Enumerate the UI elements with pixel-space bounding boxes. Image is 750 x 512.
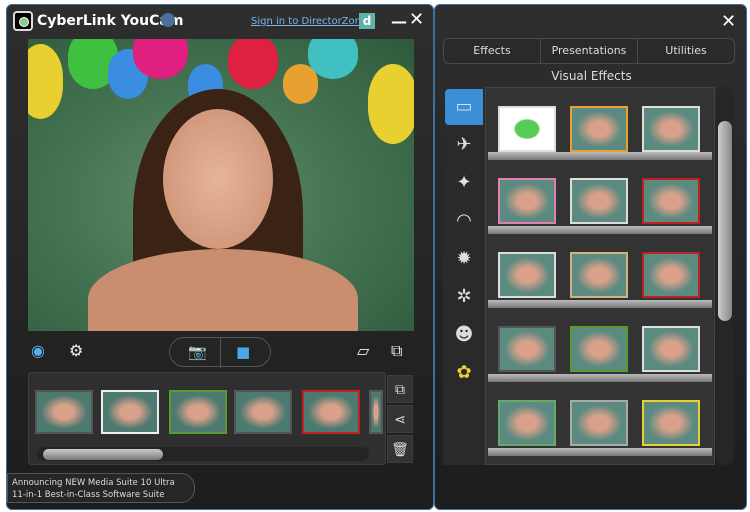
tab-presentations[interactable]: Presentations <box>541 39 638 63</box>
effect-item[interactable] <box>570 252 628 298</box>
copy-icon[interactable]: ⧉ <box>387 375 413 403</box>
media-thumbnail[interactable] <box>101 390 159 434</box>
tab-effects[interactable]: Effects <box>444 39 541 63</box>
directorzone-icon[interactable]: d <box>359 13 375 29</box>
download-effects-item[interactable] <box>498 106 556 152</box>
effect-item[interactable] <box>498 178 556 224</box>
video-camera-icon[interactable]: ■ <box>236 343 250 361</box>
category-scenes-icon[interactable]: ✈ <box>445 127 483 163</box>
youcam-logo-icon <box>13 11 33 31</box>
effect-item[interactable] <box>570 326 628 372</box>
webcam-preview <box>28 39 414 331</box>
effect-item[interactable] <box>570 178 628 224</box>
capture-mode-switch: 📷 ■ <box>169 337 271 368</box>
effect-item[interactable] <box>642 326 700 372</box>
media-thumbnail[interactable] <box>302 390 360 434</box>
effect-item[interactable] <box>642 178 700 224</box>
scrollbar-thumb[interactable] <box>43 449 163 460</box>
media-thumbnail[interactable] <box>35 390 93 434</box>
eye-icon[interactable]: ◉ <box>31 341 45 360</box>
media-thumbnail[interactable] <box>369 390 383 434</box>
settings-gear-icon[interactable]: ⚙ <box>69 341 83 360</box>
share-icon[interactable]: ⋖ <box>387 405 413 433</box>
media-thumbnail[interactable] <box>169 390 227 434</box>
person-face <box>163 109 273 249</box>
close-button[interactable]: ✕ <box>409 9 424 30</box>
section-title: Visual Effects <box>551 69 632 83</box>
vertical-scrollbar-thumb[interactable] <box>718 121 732 321</box>
minimize-button[interactable]: — <box>391 12 407 31</box>
effect-item[interactable] <box>642 400 700 446</box>
effect-item[interactable] <box>498 252 556 298</box>
category-masks-icon[interactable]: ◠ <box>445 203 483 239</box>
category-filters-icon[interactable]: ✹ <box>445 241 483 277</box>
effect-item[interactable] <box>570 400 628 446</box>
category-frames-icon[interactable]: ▭ <box>445 89 483 125</box>
news-ticker[interactable]: Announcing NEW Media Suite 10 Ultra 11-i… <box>7 473 195 503</box>
category-emotions-icon[interactable]: ☻ <box>445 317 483 353</box>
effect-categories: ▭ ✈ ✦ ◠ ✹ ✲ ☻ ✿ <box>443 87 485 465</box>
tab-utilities[interactable]: Utilities <box>638 39 734 63</box>
category-gadgets-icon[interactable]: ✿ <box>445 355 483 391</box>
effect-item[interactable] <box>642 252 700 298</box>
panel-tabs: Effects Presentations Utilities <box>443 38 735 64</box>
delete-icon[interactable]: 🗑 <box>387 435 413 463</box>
media-thumbnail[interactable] <box>234 390 292 434</box>
effects-panel-window: ✕ Effects Presentations Utilities Visual… <box>434 4 747 510</box>
youcam-main-window: CyberLink YouCam Sign in to DirectorZone… <box>6 4 434 510</box>
panel-close-button[interactable]: ✕ <box>721 11 736 32</box>
category-distortions-icon[interactable]: ✲ <box>445 279 483 315</box>
window-mode-icon[interactable]: ⧉ <box>391 341 402 361</box>
effect-item[interactable] <box>498 400 556 446</box>
eraser-icon[interactable]: ▱ <box>357 341 369 360</box>
effect-item[interactable] <box>570 106 628 152</box>
category-particles-icon[interactable]: ✦ <box>445 165 483 201</box>
news-line-1: Announcing NEW Media Suite 10 Ultra <box>12 478 175 488</box>
captured-media-strip <box>28 372 386 465</box>
update-icon[interactable] <box>161 13 175 27</box>
effects-gallery <box>485 87 715 465</box>
effect-item[interactable] <box>642 106 700 152</box>
sign-in-link[interactable]: Sign in to DirectorZone <box>251 16 367 27</box>
effect-item[interactable] <box>498 326 556 372</box>
news-line-2: 11-in-1 Best-in-Class Software Suite <box>12 490 165 500</box>
camera-icon[interactable]: 📷 <box>188 343 207 361</box>
